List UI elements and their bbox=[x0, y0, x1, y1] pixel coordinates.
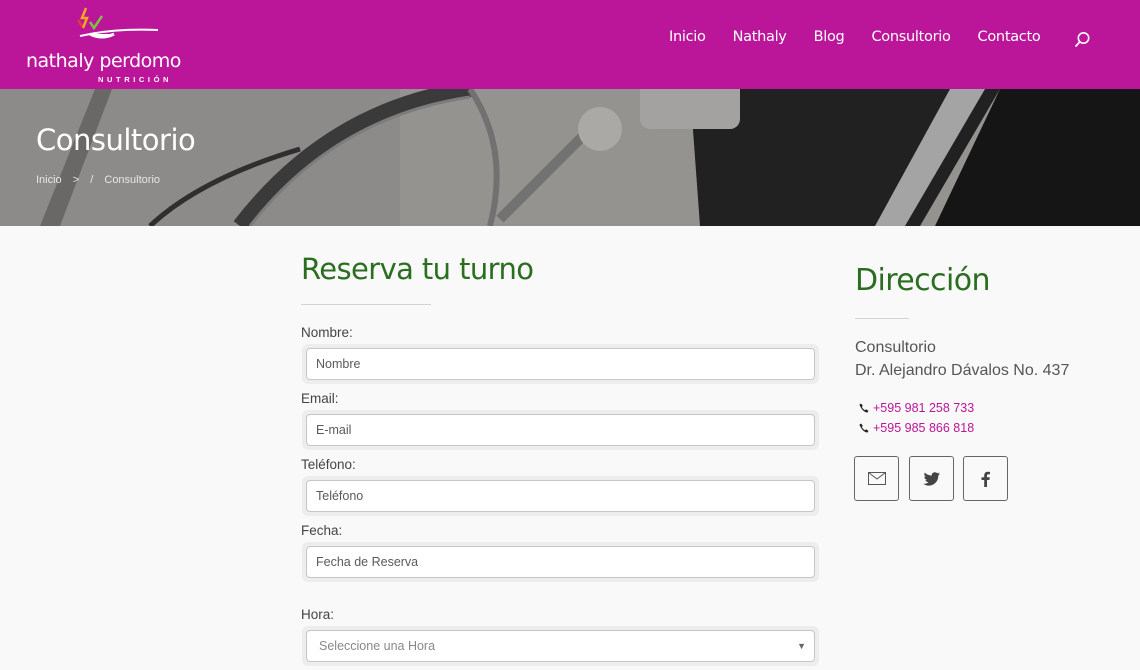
address-line: Dr. Alejandro Dávalos No. 437 bbox=[855, 362, 1070, 379]
nav-item-blog[interactable]: Blog bbox=[814, 29, 845, 51]
form-title: Reserva tu turno bbox=[301, 252, 534, 286]
telefono-field-wrap bbox=[302, 476, 819, 516]
phone-icon bbox=[859, 423, 869, 433]
main-nav: Inicio Nathaly Blog Consultorio Contacto bbox=[669, 29, 1067, 51]
site-header: nathaly perdomo NUTRICIÓN Inicio Nathaly… bbox=[0, 0, 1140, 89]
phone-number: +595 981 258 733 bbox=[873, 401, 975, 415]
email-label: Email: bbox=[301, 391, 339, 406]
phone-number: +595 985 866 818 bbox=[873, 421, 975, 435]
phone-link-2[interactable]: +595 985 866 818 bbox=[859, 421, 974, 435]
fecha-field-wrap bbox=[302, 542, 819, 582]
phone-icon bbox=[859, 403, 869, 413]
fecha-label: Fecha: bbox=[301, 523, 343, 538]
nav-item-consultorio[interactable]: Consultorio bbox=[871, 29, 950, 51]
facebook-social-button[interactable] bbox=[963, 456, 1008, 501]
breadcrumb: Inicio > / Consultorio bbox=[36, 174, 168, 186]
nav-item-inicio[interactable]: Inicio bbox=[669, 29, 706, 51]
hora-field-wrap: Seleccione una Hora ▼ bbox=[302, 626, 819, 666]
envelope-icon bbox=[867, 472, 886, 485]
nombre-input[interactable] bbox=[306, 348, 815, 380]
email-field-wrap bbox=[302, 410, 819, 450]
address-line: Consultorio bbox=[855, 339, 936, 356]
telefono-input[interactable] bbox=[306, 480, 815, 512]
direccion-title: Dirección bbox=[855, 263, 990, 298]
phone-link-1[interactable]: +595 981 258 733 bbox=[859, 401, 974, 415]
nombre-label: Nombre: bbox=[301, 325, 353, 340]
chevron-down-icon: ▼ bbox=[797, 641, 806, 651]
fecha-input[interactable] bbox=[306, 546, 815, 578]
breadcrumb-home-link[interactable]: Inicio bbox=[36, 174, 62, 186]
brand-name: nathaly perdomo bbox=[26, 50, 181, 72]
hora-label: Hora: bbox=[301, 607, 335, 622]
page-hero: Consultorio Inicio > / Consultorio bbox=[0, 89, 1140, 226]
hora-select-value: Seleccione una Hora bbox=[319, 639, 436, 653]
email-input[interactable] bbox=[306, 414, 815, 446]
breadcrumb-separator: / bbox=[90, 174, 94, 186]
breadcrumb-separator: > bbox=[72, 174, 80, 186]
nav-item-contacto[interactable]: Contacto bbox=[978, 29, 1041, 51]
nombre-field-wrap bbox=[302, 344, 819, 384]
search-icon[interactable] bbox=[1072, 30, 1092, 50]
email-social-button[interactable] bbox=[854, 456, 899, 501]
brand-logo[interactable]: nathaly perdomo NUTRICIÓN bbox=[26, 4, 196, 86]
telefono-label: Teléfono: bbox=[301, 457, 356, 472]
twitter-social-button[interactable] bbox=[909, 456, 954, 501]
direccion-divider bbox=[855, 318, 909, 319]
page-title: Consultorio bbox=[36, 123, 196, 157]
brand-tagline: NUTRICIÓN bbox=[98, 75, 173, 84]
hora-select[interactable]: Seleccione una Hora ▼ bbox=[306, 630, 815, 662]
nav-item-nathaly[interactable]: Nathaly bbox=[733, 29, 787, 51]
breadcrumb-current: Consultorio bbox=[104, 174, 161, 186]
logo-mark-icon bbox=[76, 7, 159, 39]
twitter-icon bbox=[923, 471, 940, 486]
facebook-icon bbox=[981, 471, 990, 487]
form-title-divider bbox=[301, 304, 431, 305]
